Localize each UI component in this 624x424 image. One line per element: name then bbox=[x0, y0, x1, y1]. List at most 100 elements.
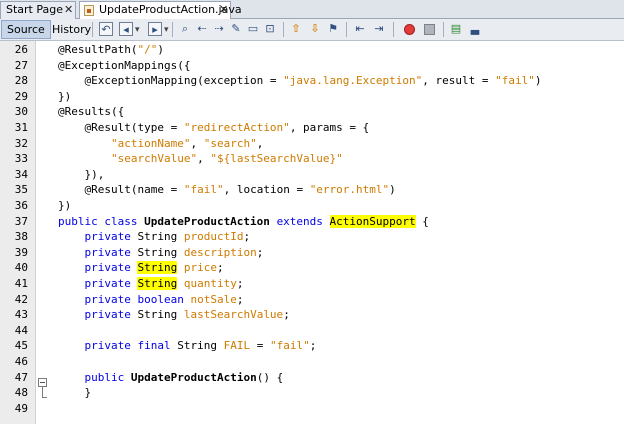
shift-right-icon[interactable]: ⇥ bbox=[372, 22, 386, 36]
code-line[interactable]: 38 private String productId; bbox=[0, 229, 624, 244]
code-line[interactable]: 26 @ResultPath("/") bbox=[0, 42, 624, 57]
stop-macro-recording-icon[interactable] bbox=[424, 24, 435, 35]
code-line[interactable]: 30 @Results({ bbox=[0, 104, 624, 119]
next-bookmark-icon[interactable]: ⇩ bbox=[308, 22, 322, 36]
code-line[interactable]: 35 @Result(name = "fail", location = "er… bbox=[0, 182, 624, 197]
last-edit-icon[interactable]: ↶ bbox=[99, 22, 113, 36]
history-view-button[interactable]: History bbox=[47, 20, 96, 39]
code-line[interactable]: 34 }), bbox=[0, 167, 624, 182]
find-previous-icon[interactable]: ⇠ bbox=[195, 22, 209, 36]
back-icon[interactable]: ◂ bbox=[119, 22, 140, 37]
forward-icon[interactable]: ▸ bbox=[148, 22, 169, 37]
code-token: , result = bbox=[422, 74, 496, 88]
code-token: }) bbox=[58, 89, 72, 103]
uncomment-icon[interactable]: ▃ bbox=[468, 22, 482, 36]
code-line[interactable]: 29}) bbox=[0, 89, 624, 104]
code-token: , bbox=[256, 136, 264, 150]
code-text: "actionName", "search", bbox=[58, 136, 263, 151]
line-number: 29 bbox=[14, 89, 28, 103]
code-line[interactable]: 28 @ExceptionMapping(exception = "java.l… bbox=[0, 73, 624, 88]
line-number: 33 bbox=[14, 152, 28, 166]
code-line[interactable]: 31 @Result(type = "redirectAction", para… bbox=[0, 120, 624, 135]
toggle-rect-selection-icon[interactable]: ▭ bbox=[246, 22, 260, 36]
code-text: private final String FAIL = "fail"; bbox=[58, 338, 317, 353]
fold-guide-end bbox=[42, 397, 47, 398]
code-line[interactable]: 36}) bbox=[0, 198, 624, 213]
code-token: String bbox=[137, 261, 178, 275]
source-view-button[interactable]: Source bbox=[1, 20, 51, 39]
code-token: "fail" bbox=[269, 339, 310, 353]
code-token: String bbox=[137, 277, 178, 290]
code-token: ) bbox=[157, 43, 164, 56]
line-number: 48 bbox=[14, 386, 28, 400]
line-number: 31 bbox=[14, 121, 28, 134]
code-line[interactable]: 43 private String lastSearchValue; bbox=[0, 307, 624, 322]
toolbar-separator bbox=[172, 22, 173, 37]
find-next-icon[interactable]: ⇢ bbox=[212, 22, 226, 36]
code-token: = bbox=[250, 339, 270, 353]
code-text: @ResultPath("/") bbox=[58, 42, 164, 57]
code-line[interactable]: 27 @ExceptionMappings({ bbox=[0, 58, 624, 73]
code-token: ; bbox=[216, 261, 224, 275]
code-token: "searchValue" bbox=[110, 152, 198, 166]
editor-tab-bar: Start Page ✕ UpdateProductAction.java ✕ bbox=[0, 0, 624, 20]
code-token: FAIL bbox=[223, 339, 251, 353]
close-icon[interactable]: ✕ bbox=[64, 2, 73, 18]
code-line[interactable]: 45 private final String FAIL = "fail"; bbox=[0, 338, 624, 353]
code-token: final bbox=[137, 339, 171, 353]
shift-left-icon[interactable]: ⇤ bbox=[353, 22, 367, 36]
code-line[interactable]: 41 private String quantity; bbox=[0, 276, 624, 291]
toggle-highlight-icon[interactable]: ✎ bbox=[229, 22, 243, 36]
code-line[interactable]: 33 "searchValue", "${lastSearchValue}" bbox=[0, 151, 624, 166]
code-line[interactable]: 46 bbox=[0, 354, 624, 369]
tab-start-page[interactable]: Start Page ✕ bbox=[0, 1, 76, 19]
find-selection-icon[interactable]: ⌕ bbox=[178, 22, 192, 36]
code-text: public class UpdateProductAction extends… bbox=[58, 214, 429, 229]
line-number: 34 bbox=[14, 167, 28, 181]
show-whitespace-icon[interactable]: ⊡ bbox=[263, 22, 277, 36]
code-token: "/" bbox=[137, 43, 158, 56]
code-text: public UpdateProductAction() { bbox=[58, 370, 284, 385]
code-token: "redirectAction" bbox=[183, 121, 290, 134]
toolbar-separator bbox=[283, 22, 284, 37]
code-editor[interactable]: 26 @ResultPath("/") 27 @ExceptionMappings({… bbox=[0, 41, 624, 424]
toggle-bookmark-icon[interactable]: ⚑ bbox=[326, 22, 340, 36]
start-macro-recording-icon[interactable] bbox=[404, 24, 415, 35]
code-token: , bbox=[190, 136, 204, 150]
tab-updateproductaction-java[interactable]: UpdateProductAction.java ✕ bbox=[79, 1, 242, 20]
code-text: @ExceptionMapping(exception = "java.lang… bbox=[58, 73, 541, 88]
line-number: 27 bbox=[14, 58, 28, 72]
code-line[interactable]: 48 } bbox=[0, 385, 624, 400]
code-token: quantity bbox=[183, 277, 237, 290]
code-line[interactable]: 32 "actionName", "search", bbox=[0, 136, 624, 151]
code-token: private bbox=[84, 261, 131, 275]
code-token: public class bbox=[58, 214, 145, 228]
code-token: "search" bbox=[203, 136, 257, 150]
previous-bookmark-icon[interactable]: ⇧ bbox=[289, 22, 303, 36]
code-line[interactable]: 47 public UpdateProductAction() { bbox=[0, 370, 624, 385]
code-token: "java.lang.Exception" bbox=[283, 74, 423, 88]
fold-collapse-icon[interactable] bbox=[38, 378, 47, 387]
code-line[interactable]: 42 private boolean notSale; bbox=[0, 292, 624, 307]
line-number: 28 bbox=[14, 74, 28, 88]
code-token: "error.html" bbox=[309, 183, 390, 197]
code-line[interactable]: 49 bbox=[0, 401, 624, 416]
code-line[interactable]: 37 public class UpdateProductAction exten… bbox=[0, 214, 624, 229]
code-token: "fail" bbox=[495, 74, 535, 88]
code-token: ; bbox=[283, 308, 290, 322]
editor-toolbar: Source History ↶ ◂ ▸ ⌕ ⇠ ⇢ ✎ ▭ ⊡ ⇧ ⇩ ⚑ ⇤… bbox=[0, 19, 624, 41]
fold-guide-line bbox=[42, 387, 43, 397]
code-token: @Result(name = bbox=[58, 183, 184, 197]
close-icon[interactable]: ✕ bbox=[219, 2, 228, 18]
code-line[interactable]: 44 bbox=[0, 323, 624, 338]
code-line[interactable]: 39 private String description; bbox=[0, 245, 624, 260]
code-line[interactable]: 40 private String price; bbox=[0, 260, 624, 275]
comment-icon[interactable]: ▤ bbox=[449, 22, 463, 36]
line-number: 42 bbox=[14, 292, 28, 306]
